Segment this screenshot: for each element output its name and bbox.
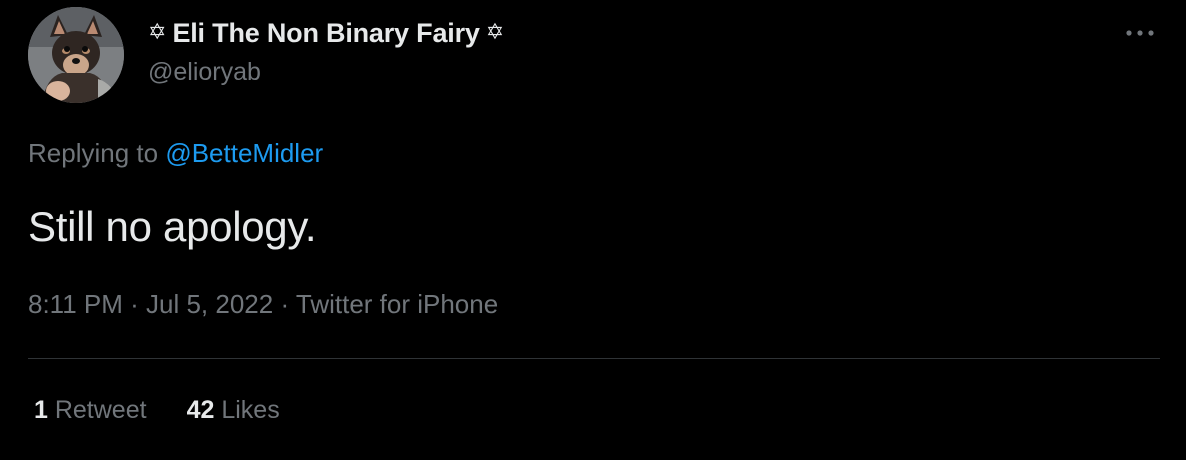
tweet-metadata: 8:11 PM · Jul 5, 2022 · Twitter for iPho… bbox=[28, 289, 498, 320]
more-horizontal-icon bbox=[1126, 30, 1154, 36]
more-options-button[interactable] bbox=[1122, 20, 1158, 46]
tweet-source[interactable]: Twitter for iPhone bbox=[296, 289, 498, 319]
divider bbox=[28, 358, 1160, 359]
meta-separator: · bbox=[273, 289, 296, 319]
author-name-row[interactable]: ✡ Eli The Non Binary Fairy ✡ bbox=[148, 15, 504, 51]
star-of-david-icon: ✡ bbox=[148, 20, 167, 45]
star-of-david-icon: ✡ bbox=[485, 20, 505, 45]
reply-mention-link[interactable]: @BetteMidler bbox=[165, 138, 323, 168]
tweet-date[interactable]: Jul 5, 2022 bbox=[146, 289, 273, 319]
likes-stat[interactable]: 42 Likes bbox=[187, 396, 280, 425]
retweets-label: Retweet bbox=[47, 396, 147, 424]
meta-separator: · bbox=[122, 289, 147, 319]
tweet-card: ✡ Eli The Non Binary Fairy ✡ @elioryab R… bbox=[0, 0, 1186, 460]
tweet-text: Still no apology. bbox=[28, 203, 317, 250]
replying-to: Replying to @BetteMidler bbox=[28, 138, 323, 169]
tweet-stats: 1 Retweet 42 Likes bbox=[34, 396, 280, 425]
retweets-count: 1 bbox=[34, 396, 48, 424]
author-display-name[interactable]: Eli The Non Binary Fairy bbox=[172, 18, 479, 49]
avatar[interactable] bbox=[28, 7, 124, 103]
dog-avatar-icon bbox=[28, 7, 124, 103]
likes-label: Likes bbox=[214, 396, 280, 424]
retweets-stat[interactable]: 1 Retweet bbox=[34, 396, 147, 425]
tweet-time[interactable]: 8:11 PM bbox=[28, 289, 123, 319]
replying-to-label: Replying to bbox=[28, 138, 166, 168]
likes-count: 42 bbox=[186, 396, 215, 424]
author-handle[interactable]: @elioryab bbox=[148, 58, 261, 87]
